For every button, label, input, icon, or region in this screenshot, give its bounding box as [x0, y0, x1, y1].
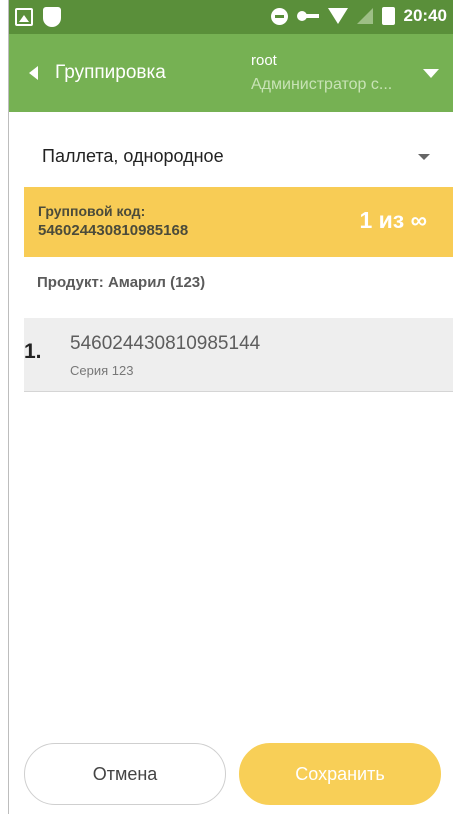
user-role: Администратор с...: [251, 76, 393, 93]
status-right: 20:40: [270, 6, 447, 26]
group-code-banner: Групповой код: 546024430810985168 1 из ∞: [24, 187, 453, 257]
signal-icon: [356, 8, 373, 24]
group-code-label: Групповой код:: [38, 203, 146, 219]
status-left: [15, 7, 61, 27]
status-bar: 20:40: [9, 0, 453, 34]
user-menu-caret-icon[interactable]: [423, 69, 439, 78]
group-count: 1 из ∞: [359, 207, 427, 233]
cancel-button[interactable]: Отмена: [24, 743, 226, 805]
grouping-type-select[interactable]: Паллета, однородное: [24, 132, 444, 182]
item-series: Серия 123: [70, 363, 134, 378]
chevron-down-icon: [418, 154, 430, 160]
back-arrow-icon[interactable]: [29, 66, 38, 80]
user-name: root: [251, 52, 277, 69]
status-time: 20:40: [403, 6, 447, 25]
left-edge: [0, 0, 9, 814]
page-title: Группировка: [55, 62, 166, 83]
product-line: Продукт: Амарил (123): [37, 274, 206, 291]
image-icon: [15, 8, 33, 26]
app-screen: 20:40 Группировка root Администратор с..…: [0, 0, 457, 814]
do-not-disturb-icon: [270, 7, 288, 25]
list-item[interactable]: 1. 546024430810985144 Серия 123: [24, 318, 453, 392]
key-icon: [296, 10, 319, 22]
save-button[interactable]: Сохранить: [239, 743, 441, 805]
wifi-off-icon: [327, 8, 348, 24]
item-code: 546024430810985144: [70, 333, 261, 354]
grouping-type-value: Паллета, однородное: [42, 146, 224, 166]
right-edge: [453, 0, 457, 814]
battery-icon: [381, 7, 395, 25]
item-index: 1.: [24, 340, 42, 363]
group-code-value: 546024430810985168: [38, 222, 189, 239]
app-bar: Группировка root Администратор с...: [9, 34, 453, 112]
shield-icon: [43, 7, 61, 27]
